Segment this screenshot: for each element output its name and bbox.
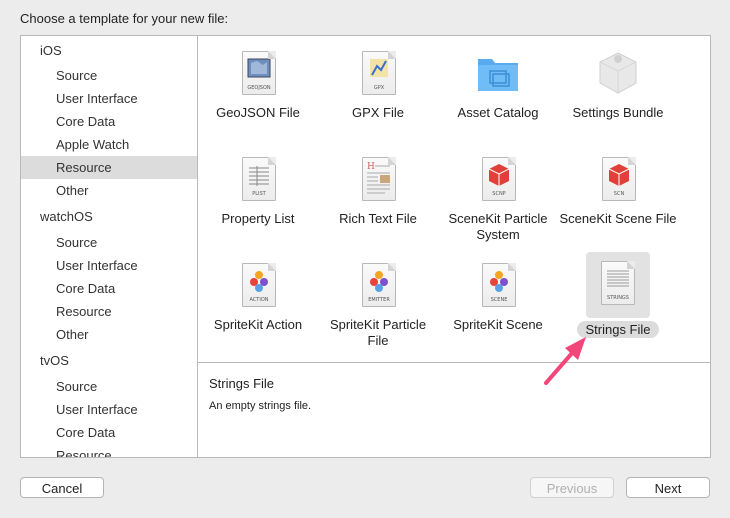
template-spritekit-particle-file[interactable]: EMITTER SpriteKit Particle File <box>318 254 438 360</box>
prompt-text: Choose a template for your new file: <box>20 11 229 26</box>
template-label: SpriteKit Action <box>213 317 303 332</box>
settings-bundle-icon <box>594 49 642 101</box>
template-grid: GEOJSON GeoJSON File GPX GPX File Asset … <box>198 36 710 363</box>
spritekit-scene-icon: SCENE <box>474 261 522 313</box>
previous-button[interactable]: Previous <box>530 477 614 498</box>
template-label: GPX File <box>351 105 404 120</box>
template-label: SceneKit Particle System <box>448 211 548 242</box>
scenekit-particle-icon: SCNP <box>474 155 522 207</box>
gpx-tag: GPX <box>373 85 385 91</box>
template-label: Strings File <box>558 321 678 338</box>
strings-tag: STRINGS <box>607 295 629 301</box>
plist-tag: PLIST <box>252 191 266 197</box>
cancel-button[interactable]: Cancel <box>20 477 104 498</box>
template-label: Settings Bundle <box>572 105 664 120</box>
gpx-file-icon: GPX <box>354 49 402 101</box>
sidebar-item-ios-source[interactable]: Source <box>21 64 197 87</box>
scn-tag: SCN <box>613 191 625 197</box>
sidebar-item-watchos-source[interactable]: Source <box>21 231 197 254</box>
sidebar-item-ios-resource[interactable]: Resource <box>21 156 197 179</box>
emitter-tag: EMITTER <box>368 297 390 303</box>
template-label: Asset Catalog <box>457 105 539 120</box>
template-label: GeoJSON File <box>216 105 300 120</box>
rich-text-file-icon: H <box>354 155 402 207</box>
template-scenekit-scene-file[interactable]: SCN SceneKit Scene File <box>558 148 678 254</box>
strings-file-icon: STRINGS <box>586 252 650 318</box>
sidebar-item-watchos-resource[interactable]: Resource <box>21 300 197 323</box>
spritekit-particle-icon: EMITTER <box>354 261 402 313</box>
geojson-file-icon: GEOJSON <box>234 49 282 101</box>
template-spritekit-action[interactable]: ACTION SpriteKit Action <box>198 254 318 360</box>
template-asset-catalog[interactable]: Asset Catalog <box>438 42 558 148</box>
sidebar-item-watchos-core-data[interactable]: Core Data <box>21 277 197 300</box>
platform-watchos: watchOS <box>40 209 93 224</box>
template-gpx-file[interactable]: GPX GPX File <box>318 42 438 148</box>
sidebar-item-tvos-core-data[interactable]: Core Data <box>21 421 197 444</box>
sidebar-item-watchos-other[interactable]: Other <box>21 323 197 346</box>
sidebar-item-ios-user-interface[interactable]: User Interface <box>21 87 197 110</box>
template-label: Rich Text File <box>339 211 417 226</box>
platform-ios: iOS <box>40 43 62 58</box>
template-geojson-file[interactable]: GEOJSON GeoJSON File <box>198 42 318 148</box>
geojson-tag: GEOJSON <box>247 85 271 91</box>
asset-catalog-folder-icon <box>474 49 522 101</box>
description-text: An empty strings file. <box>209 400 312 412</box>
property-list-icon: PLIST <box>234 155 282 207</box>
template-description: Strings File An empty strings file. <box>198 363 710 457</box>
template-label: SceneKit Scene File <box>559 211 677 226</box>
sidebar-item-tvos-resource[interactable]: Resource <box>21 444 197 457</box>
next-button[interactable]: Next <box>626 477 710 498</box>
platform-sidebar: iOS Source User Interface Core Data Appl… <box>21 36 198 457</box>
template-label: SpriteKit Scene <box>453 317 543 332</box>
template-property-list[interactable]: PLIST Property List <box>198 148 318 254</box>
sidebar-item-ios-core-data[interactable]: Core Data <box>21 110 197 133</box>
template-spritekit-scene[interactable]: SCENE SpriteKit Scene <box>438 254 558 360</box>
scnp-tag: SCNP <box>492 191 506 197</box>
template-label: SpriteKit Particle File <box>329 317 427 348</box>
template-rich-text-file[interactable]: H Rich Text File <box>318 148 438 254</box>
scenekit-scene-icon: SCN <box>594 155 642 207</box>
template-strings-file[interactable]: STRINGS Strings File <box>558 252 678 360</box>
platform-tvos: tvOS <box>40 353 69 368</box>
sidebar-item-ios-apple-watch[interactable]: Apple Watch <box>21 133 197 156</box>
sidebar-item-watchos-user-interface[interactable]: User Interface <box>21 254 197 277</box>
sidebar-item-ios-other[interactable]: Other <box>21 179 197 202</box>
template-chooser-panel: iOS Source User Interface Core Data Appl… <box>20 35 711 458</box>
sidebar-item-tvos-user-interface[interactable]: User Interface <box>21 398 197 421</box>
template-scenekit-particle-system[interactable]: SCNP SceneKit Particle System <box>438 148 558 254</box>
svg-text:H: H <box>367 162 375 172</box>
sidebar-item-tvos-source[interactable]: Source <box>21 375 197 398</box>
scene-tag: SCENE <box>490 297 508 303</box>
spritekit-action-icon: ACTION <box>234 261 282 313</box>
template-settings-bundle[interactable]: Settings Bundle <box>558 42 678 148</box>
description-title: Strings File <box>209 376 275 391</box>
action-tag: ACTION <box>249 297 269 303</box>
template-label: Property List <box>221 211 295 226</box>
